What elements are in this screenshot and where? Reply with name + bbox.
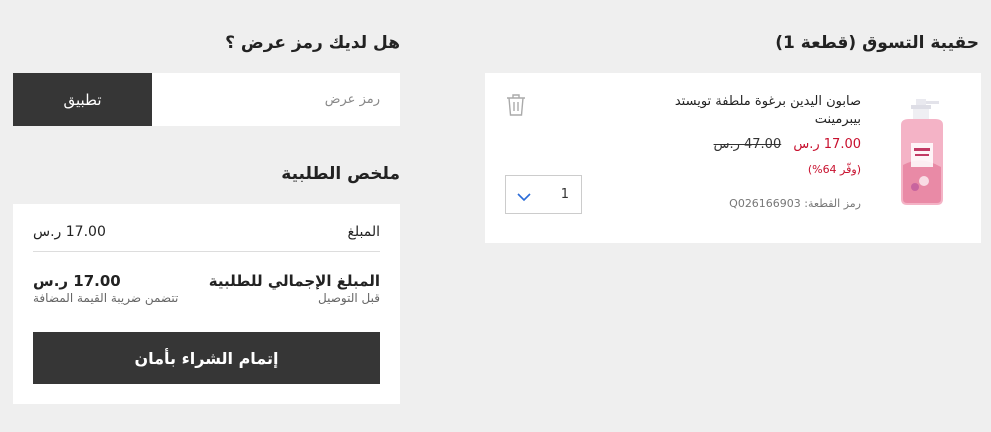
trash-icon[interactable] (505, 93, 527, 117)
summary-title: ملخص الطلبية (281, 164, 400, 184)
sale-price: 17.00 ر.س (793, 137, 861, 152)
cart-item-card: صابون اليدين برغوة ملطفة تويستد بيبرمينت… (485, 73, 981, 243)
order-summary-card: المبلغ 17.00 ر.س المبلغ الإجمالي للطلبية… (13, 204, 400, 404)
secure-checkout-button[interactable]: إتمام الشراء بأمان (33, 332, 380, 384)
chevron-down-icon (516, 188, 532, 202)
cart-title: حقيبة التسوق (قطعة 1) (775, 33, 979, 53)
savings-text: (وفّر 64%) (807, 163, 861, 176)
quantity-value: 1 (560, 187, 569, 202)
product-name[interactable]: صابون اليدين برغوة ملطفة تويستد بيبرمينت (631, 93, 861, 129)
price-row: 17.00 ر.س 47.00 ر.س (714, 137, 861, 152)
amount-label: المبلغ (347, 224, 380, 240)
original-price: 47.00 ر.س (713, 137, 782, 152)
amount-value: 17.00 ر.س (33, 224, 106, 240)
before-delivery-note: قبل التوصيل (318, 291, 380, 305)
vat-note: تتضمن ضريبة القيمة المضافة (33, 291, 179, 305)
total-value: 17.00 ر.س (33, 272, 121, 290)
promo-code-input[interactable] (152, 73, 400, 126)
apply-button[interactable]: تطبيق (13, 73, 152, 126)
amount-row: المبلغ 17.00 ر.س (33, 222, 380, 252)
soap-bottle-icon[interactable] (891, 95, 953, 211)
quantity-dropdown[interactable]: 1 (505, 175, 582, 214)
promo-title: هل لديك رمز عرض ؟ (225, 33, 400, 53)
item-code: رمز القطعة: Q026166903 (729, 197, 861, 210)
total-label: المبلغ الإجمالي للطلبية (208, 272, 380, 290)
